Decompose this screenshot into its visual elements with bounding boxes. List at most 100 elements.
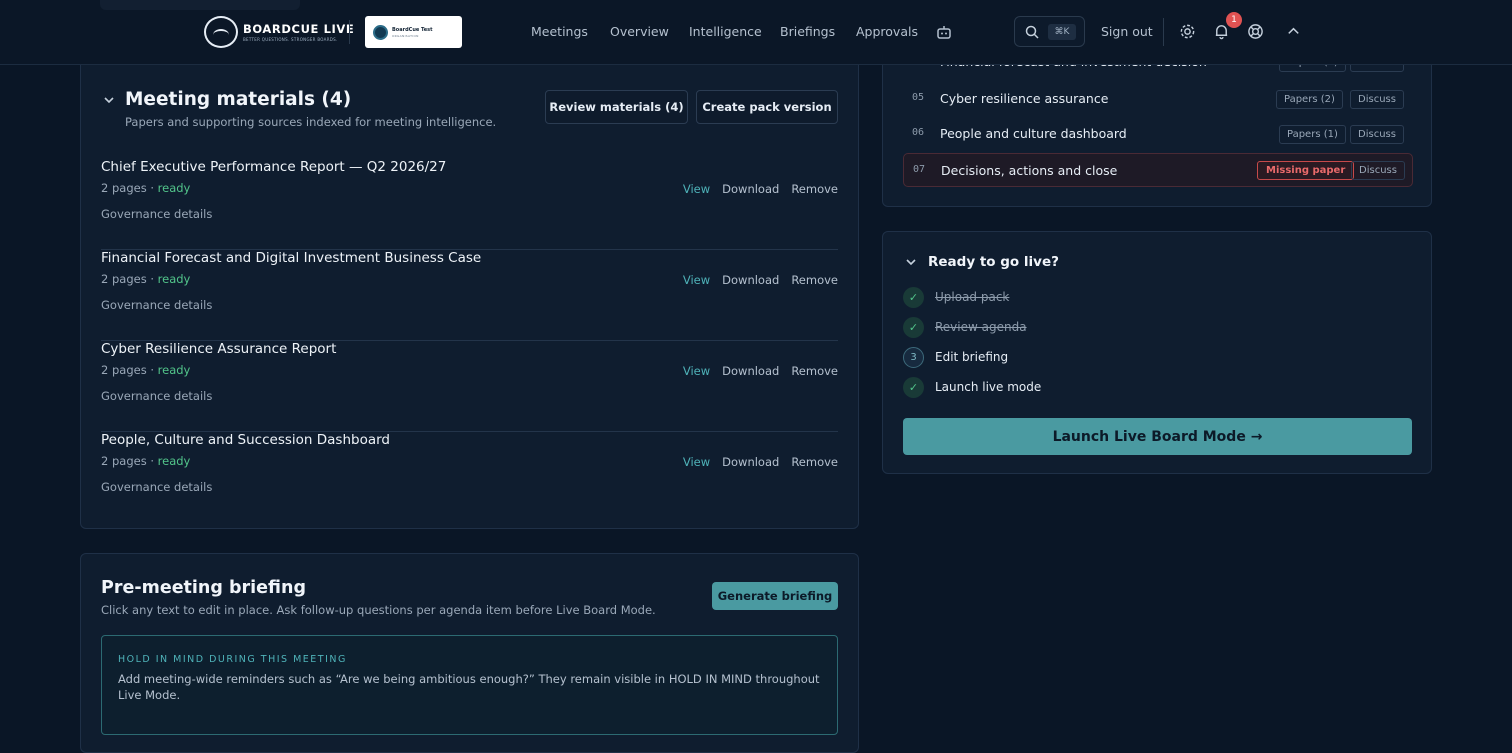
document-meta: 2 pages · ready	[101, 454, 191, 468]
chevron-up-icon[interactable]	[1285, 23, 1302, 40]
search-shortcut: ⌘K	[1048, 24, 1076, 40]
boardcue-logo-icon	[204, 16, 238, 48]
list-item: Financial Forecast and Digital Investmen…	[101, 250, 838, 341]
search-icon	[1025, 25, 1039, 39]
view-link[interactable]: View	[683, 364, 710, 378]
agenda-card: 04 Financial forecast and investment dec…	[882, 40, 1432, 207]
agenda-item-missing-paper[interactable]: 07 Decisions, actions and close Missing …	[903, 153, 1413, 187]
checklist-step: ✓ Review agenda	[903, 317, 1203, 339]
agenda-item-name: People and culture dashboard	[940, 126, 1127, 141]
discuss-button[interactable]: Discuss	[1351, 161, 1405, 180]
download-link[interactable]: Download	[722, 364, 779, 378]
checklist-step: 3 Edit briefing	[903, 347, 1203, 369]
governance-details-link[interactable]: Governance details	[101, 480, 212, 494]
meeting-materials-card: Meeting materials (4) Papers and support…	[80, 64, 859, 529]
nav-link-briefings[interactable]: Briefings	[780, 24, 835, 39]
brand-tagline: BETTER QUESTIONS. STRONGER BOARDS.	[243, 37, 338, 42]
list-item: Cyber Resilience Assurance Report 2 page…	[101, 341, 838, 432]
hold-in-mind-label: HOLD IN MIND DURING THIS MEETING	[118, 654, 347, 665]
step-number: 3	[903, 347, 924, 368]
discuss-button[interactable]: Discuss	[1350, 125, 1404, 144]
agenda-item-name: Decisions, actions and close	[941, 163, 1118, 178]
meeting-materials-title: Meeting materials (4)	[125, 89, 352, 110]
governance-details-link[interactable]: Governance details	[101, 298, 212, 312]
remove-link[interactable]: Remove	[791, 364, 838, 378]
nav-divider-right	[1163, 18, 1164, 46]
briefing-title: Pre-meeting briefing	[101, 578, 306, 598]
checklist-step: ✓ Launch live mode	[903, 377, 1203, 399]
lifebuoy-icon[interactable]	[1247, 23, 1264, 40]
document-meta: 2 pages · ready	[101, 363, 191, 377]
check-icon: ✓	[903, 287, 924, 308]
status-ready: ready	[157, 181, 191, 195]
document-title: Financial Forecast and Digital Investmen…	[101, 250, 482, 266]
bot-icon[interactable]	[936, 24, 952, 40]
agenda-item-name: Cyber resilience assurance	[940, 91, 1109, 106]
review-materials-button[interactable]: Review materials (4)	[545, 90, 688, 124]
status-ready: ready	[157, 363, 191, 377]
pre-meeting-briefing-card: Pre-meeting briefing Click any text to e…	[80, 553, 859, 753]
view-link[interactable]: View	[683, 273, 710, 287]
search-button[interactable]: ⌘K	[1014, 16, 1085, 47]
agenda-number: 05	[912, 92, 925, 103]
status-ready: ready	[157, 272, 191, 286]
nav-link-overview[interactable]: Overview	[610, 24, 669, 39]
remove-link[interactable]: Remove	[791, 182, 838, 196]
top-navigation: BOARDCUE LIVE BETTER QUESTIONS. STRONGER…	[0, 0, 1512, 65]
hold-in-mind-box[interactable]: HOLD IN MIND DURING THIS MEETING Add mee…	[101, 635, 838, 735]
briefing-subtitle: Click any text to edit in place. Ask fol…	[101, 603, 656, 617]
organisation-name: BoardCue Test	[392, 26, 433, 33]
brand-logo-link[interactable]: BOARDCUE LIVE BETTER QUESTIONS. STRONGER…	[204, 16, 354, 48]
document-title: Cyber Resilience Assurance Report	[101, 341, 337, 357]
agenda-number: 07	[913, 164, 926, 175]
gear-icon[interactable]	[1179, 23, 1196, 40]
hold-in-mind-text[interactable]: Add meeting-wide reminders such as “Are …	[118, 671, 823, 703]
view-link[interactable]: View	[683, 182, 710, 196]
chevron-down-icon[interactable]	[905, 256, 917, 268]
chevron-down-icon[interactable]	[103, 94, 115, 106]
create-pack-version-button[interactable]: Create pack version	[696, 90, 838, 124]
nav-link-approvals[interactable]: Approvals	[856, 24, 918, 39]
missing-paper-badge[interactable]: Missing paper	[1257, 161, 1355, 180]
document-meta: 2 pages · ready	[101, 181, 191, 195]
agenda-item[interactable]: 05 Cyber resilience assurance Papers (2)…	[903, 82, 1413, 116]
document-title: People, Culture and Succession Dashboard	[101, 432, 390, 448]
organisation-label: ORGANISATION	[392, 33, 419, 38]
nav-divider	[349, 20, 350, 44]
step-label: Upload pack	[935, 290, 1010, 304]
discuss-button[interactable]: Discuss	[1350, 90, 1404, 109]
checklist-step: ✓ Upload pack	[903, 287, 1203, 309]
download-link[interactable]: Download	[722, 455, 779, 469]
generate-briefing-button[interactable]: Generate briefing	[712, 582, 838, 610]
notification-badge: 1	[1226, 12, 1242, 28]
agenda-item[interactable]: 06 People and culture dashboard Papers (…	[903, 117, 1413, 151]
nav-link-intelligence[interactable]: Intelligence	[689, 24, 762, 39]
nav-link-meetings[interactable]: Meetings	[531, 24, 588, 39]
step-label: Edit briefing	[935, 350, 1009, 364]
organisation-logo-icon	[373, 24, 388, 40]
document-meta: 2 pages · ready	[101, 272, 191, 286]
brand-name: BOARDCUE LIVE	[243, 22, 355, 36]
step-label: Review agenda	[935, 320, 1027, 334]
ready-title: Ready to go live?	[928, 254, 1059, 270]
list-item: People, Culture and Succession Dashboard…	[101, 432, 838, 523]
papers-badge[interactable]: Papers (1)	[1279, 125, 1346, 144]
sign-out-link[interactable]: Sign out	[1101, 24, 1153, 39]
download-link[interactable]: Download	[722, 182, 779, 196]
launch-live-board-mode-button[interactable]: Launch Live Board Mode →	[903, 418, 1412, 455]
papers-badge[interactable]: Papers (2)	[1276, 90, 1343, 109]
view-link[interactable]: View	[683, 455, 710, 469]
remove-link[interactable]: Remove	[791, 455, 838, 469]
meeting-materials-subtitle: Papers and supporting sources indexed fo…	[125, 115, 497, 129]
document-title: Chief Executive Performance Report — Q2 …	[101, 159, 447, 175]
check-icon: ✓	[903, 317, 924, 338]
remove-link[interactable]: Remove	[791, 273, 838, 287]
step-label: Launch live mode	[935, 380, 1042, 394]
organisation-switcher[interactable]: BoardCue Test ORGANISATION	[365, 16, 462, 48]
agenda-number: 06	[912, 127, 925, 138]
governance-details-link[interactable]: Governance details	[101, 207, 212, 221]
status-ready: ready	[157, 454, 191, 468]
ready-to-go-live-card: Ready to go live? ✓ Upload pack ✓ Review…	[882, 231, 1432, 474]
download-link[interactable]: Download	[722, 273, 779, 287]
governance-details-link[interactable]: Governance details	[101, 389, 212, 403]
